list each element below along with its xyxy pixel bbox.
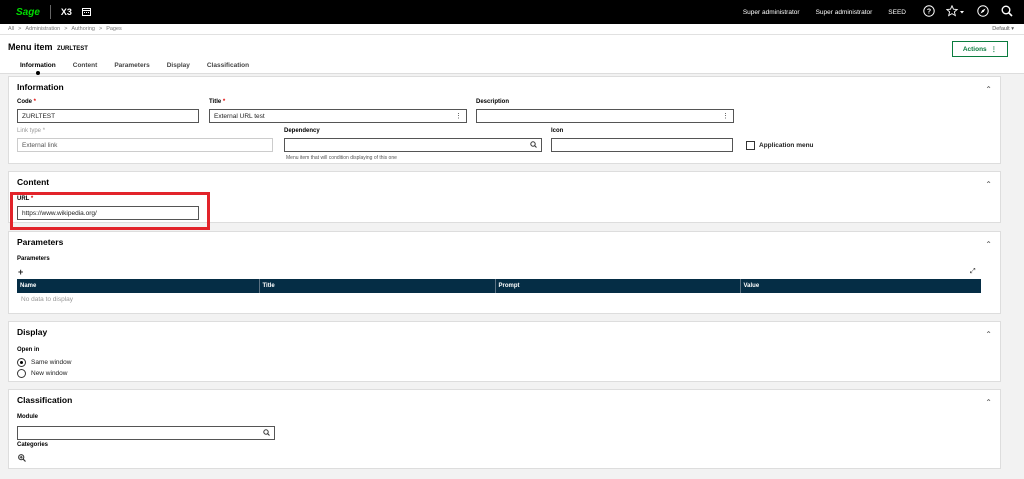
breadcrumb-bar: All > Administration > Authoring > Pages… [0,24,1024,35]
collapse-chevron-icon[interactable]: ⌃ [985,85,992,94]
section-title: Content [17,177,50,187]
table-header-row: Name Title Prompt Value [17,279,981,293]
page-header: Menu item ZURLTEST Information Content P… [0,35,1024,74]
description-field[interactable]: ⋮ [476,109,734,123]
favorites-star-icon[interactable] [945,4,966,20]
column-header-title[interactable]: Title [258,279,495,293]
dependency-field[interactable] [284,138,542,152]
radio-new-window-label: New window [31,370,68,377]
breadcrumb-pages[interactable]: Pages [106,26,122,32]
empty-table-message: No data to display [21,296,74,303]
add-row-icon[interactable]: + [18,267,23,277]
collapse-chevron-icon[interactable]: ⌃ [985,240,992,249]
tab-classification[interactable]: Classification [207,62,249,75]
title-field-value: External URL test [214,113,265,120]
section-title: Display [17,327,48,337]
breadcrumb-administration[interactable]: Administration [25,26,60,32]
tab-bar: Information Content Parameters Display C… [20,62,249,75]
breadcrumb-authoring[interactable]: Authoring [71,26,95,32]
radio-new-window[interactable] [17,369,26,378]
page-title-text: Menu item [8,42,53,52]
tab-information[interactable]: Information [20,62,56,75]
parameters-section: Parameters ⌃ Parameters + ⤢ Name Title P… [8,231,1001,314]
breadcrumb-separator: > [98,26,103,32]
help-icon[interactable]: ? [922,4,936,20]
sage-logo[interactable]: Sage [16,7,40,18]
tab-parameters[interactable]: Parameters [114,62,149,75]
link-type-label: Link type * [17,128,46,134]
collapse-chevron-icon[interactable]: ⌃ [985,330,992,339]
icon-field[interactable] [551,138,733,152]
collapse-chevron-icon[interactable]: ⌃ [985,180,992,189]
column-header-prompt[interactable]: Prompt [494,279,740,293]
section-title: Parameters [17,237,64,247]
app-name[interactable]: X3 [61,7,72,17]
zoom-in-icon[interactable] [18,454,26,464]
collapse-chevron-icon[interactable]: ⌃ [985,398,992,407]
svg-text:?: ? [927,8,931,15]
record-code: ZURLTEST [57,46,88,52]
column-header-name[interactable]: Name [17,279,259,293]
dependency-label: Dependency [284,128,320,134]
breadcrumb-separator: > [18,26,22,32]
folder-name[interactable]: SEED [888,9,906,16]
actions-label: Actions [962,45,987,53]
icon-label: Icon [551,128,564,134]
section-title: Information [17,82,64,92]
section-title: Classification [17,395,73,405]
top-bar: Sage X3 Super administrator Super admini… [0,0,1024,24]
search-icon[interactable] [1000,5,1014,20]
user-role[interactable]: Super administrator [743,9,800,16]
user-name[interactable]: Super administrator [816,9,873,16]
title-label: Title * [209,99,226,105]
application-menu-checkbox[interactable] [746,141,755,150]
actions-button[interactable]: Actions ⋮ [952,41,1008,57]
breadcrumb-separator: > [64,26,68,32]
top-right-area: Super administrator Super administrator … [743,0,1024,24]
compass-icon[interactable] [976,4,990,20]
default-selector[interactable]: Default ▾ [992,26,1014,32]
radio-same-window-label: Same window [31,359,72,366]
breadcrumb: All > Administration > Authoring > Pages [8,26,122,32]
display-section: Display ⌃ Open in Same window New window [8,321,1001,382]
column-header-value[interactable]: Value [739,279,981,293]
more-vertical-icon: ⋮ [990,46,998,53]
parameters-table: Name Title Prompt Value [17,279,981,293]
more-options-icon[interactable]: ⋮ [722,112,729,120]
search-icon[interactable] [530,141,537,150]
tab-display[interactable]: Display [167,62,190,75]
title-field[interactable]: External URL test ⋮ [209,109,467,123]
classification-section: Classification ⌃ Module Categories [8,389,1001,469]
parameters-grid-label: Parameters [17,256,50,262]
code-field[interactable]: ZURLTEST [17,109,199,123]
dependency-help-text: Menu item that will condition displaying… [286,155,397,161]
code-label: Code * [17,99,37,105]
module-field[interactable] [17,426,275,440]
link-type-field: External link [17,138,273,152]
information-section: Information ⌃ Code * ZURLTEST Title * Ex… [8,76,1001,164]
calendar-icon[interactable] [81,7,91,18]
expand-icon[interactable]: ⤢ [970,268,976,276]
divider [49,5,51,19]
description-label: Description [476,99,510,105]
open-in-label: Open in [17,347,40,353]
breadcrumb-all[interactable]: All [8,26,14,32]
more-options-icon[interactable]: ⋮ [455,112,462,120]
highlight-box [10,192,210,230]
search-icon[interactable] [263,429,270,438]
tab-content[interactable]: Content [73,62,98,75]
application-menu-label: Application menu [759,142,814,149]
page-title: Menu item ZURLTEST [8,42,88,52]
categories-label: Categories [17,442,49,448]
radio-same-window[interactable] [17,358,26,367]
module-label: Module [17,414,38,420]
